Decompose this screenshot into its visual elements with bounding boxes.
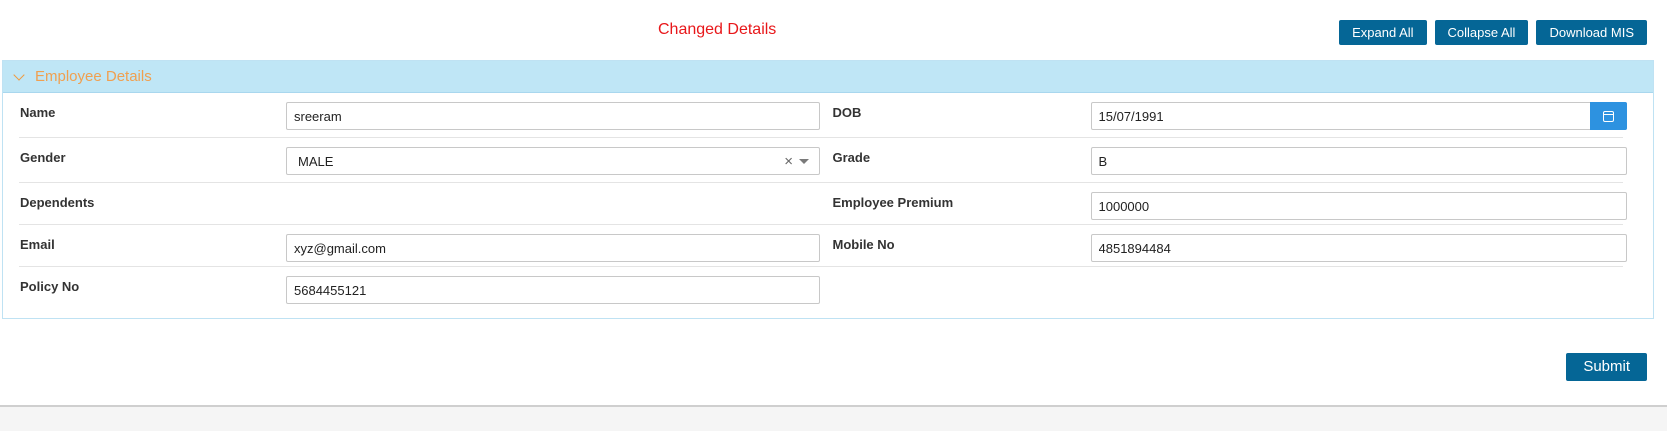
page-title: Changed Details: [658, 21, 777, 38]
gender-select[interactable]: MALE ×: [286, 147, 820, 175]
name-field[interactable]: [286, 102, 820, 130]
submit-button[interactable]: Submit: [1566, 353, 1647, 381]
form-row: Name DOB: [11, 93, 1638, 138]
form-row: Email Mobile No: [11, 225, 1638, 267]
footer-bar: [0, 405, 1667, 431]
policy-no-field[interactable]: [286, 276, 820, 304]
chevron-down-icon[interactable]: [13, 68, 25, 81]
dob-cell: DOB: [825, 93, 1639, 138]
email-input[interactable]: [294, 240, 812, 256]
employee-details-body: Name DOB Gender MALE ×: [3, 93, 1653, 309]
mobile-no-cell: Mobile No: [825, 225, 1639, 267]
download-mis-button[interactable]: Download MIS: [1536, 20, 1647, 45]
grade-field[interactable]: [1090, 147, 1627, 175]
employee-details-header[interactable]: Employee Details: [3, 61, 1653, 93]
employee-premium-cell: Employee Premium: [825, 183, 1639, 225]
clear-icon[interactable]: ×: [784, 153, 793, 170]
employee-details-panel: Employee Details Name DOB: [2, 60, 1654, 319]
calendar-icon: [1602, 110, 1614, 122]
dependents-label: Dependents: [20, 195, 95, 210]
panel-title: Employee Details: [35, 68, 152, 85]
caret-down-icon[interactable]: [799, 158, 809, 164]
form-row: Dependents Employee Premium: [11, 183, 1638, 225]
email-cell: Email: [11, 225, 825, 267]
mobile-no-label: Mobile No: [832, 237, 895, 252]
top-actions: Expand All Collapse All Download MIS: [1339, 20, 1647, 45]
dob-input[interactable]: [1098, 108, 1626, 124]
dob-field[interactable]: [1090, 102, 1627, 130]
gender-label: Gender: [20, 150, 66, 165]
form-row: Gender MALE × Grade: [11, 138, 1638, 183]
expand-all-button[interactable]: Expand All: [1339, 20, 1427, 45]
employee-premium-field[interactable]: [1090, 192, 1627, 220]
employee-premium-input[interactable]: [1098, 198, 1619, 214]
policy-no-input[interactable]: [294, 282, 812, 298]
policy-no-label: Policy No: [20, 279, 80, 294]
date-picker-button[interactable]: [1589, 102, 1627, 130]
collapse-all-button[interactable]: Collapse All: [1434, 20, 1529, 45]
grade-label: Grade: [832, 150, 871, 165]
name-input[interactable]: [294, 108, 812, 124]
name-label: Name: [20, 105, 56, 120]
email-field[interactable]: [286, 234, 820, 262]
dob-label: DOB: [832, 105, 862, 120]
mobile-no-input[interactable]: [1098, 240, 1619, 256]
email-label: Email: [20, 237, 55, 252]
gender-cell: Gender MALE ×: [11, 138, 825, 183]
policy-no-cell: Policy No: [11, 267, 825, 309]
gender-selected-value: MALE: [298, 153, 334, 169]
empty-cell: [825, 267, 1639, 309]
name-cell: Name: [11, 93, 825, 138]
grade-input[interactable]: [1098, 153, 1619, 169]
form-row: Policy No: [11, 267, 1638, 309]
mobile-no-field[interactable]: [1090, 234, 1627, 262]
employee-premium-label: Employee Premium: [832, 195, 954, 210]
dependents-cell: Dependents: [11, 183, 825, 225]
grade-cell: Grade: [825, 138, 1639, 183]
